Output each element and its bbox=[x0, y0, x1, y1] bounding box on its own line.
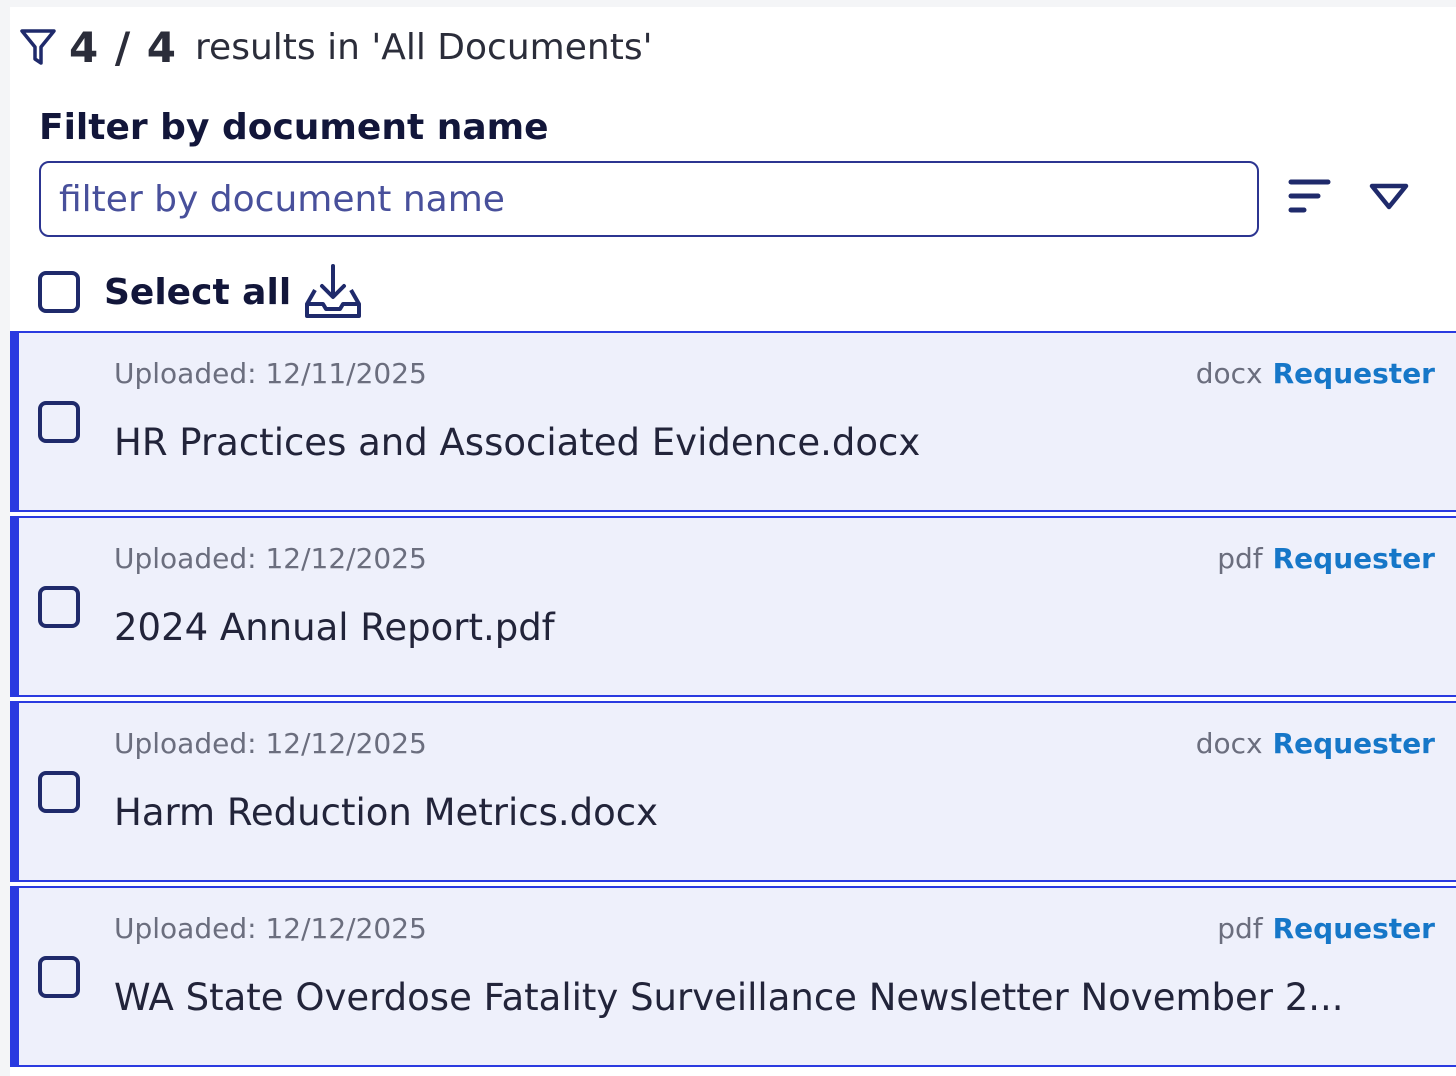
documents-panel: 4 / 4 results in 'All Documents' Filter … bbox=[10, 7, 1456, 1076]
document-list: Uploaded: 12/11/2025 docx Requester HR P… bbox=[10, 331, 1456, 1071]
role-link[interactable]: Requester bbox=[1273, 357, 1435, 390]
filter-icon[interactable] bbox=[19, 27, 57, 67]
triangle-down-icon bbox=[1369, 183, 1409, 210]
document-row[interactable]: Uploaded: 12/12/2025 pdf Requester 2024 … bbox=[10, 516, 1456, 697]
document-meta: pdf Requester bbox=[1217, 912, 1435, 945]
results-label: results in 'All Documents' bbox=[195, 26, 653, 68]
document-meta: docx Requester bbox=[1196, 727, 1435, 760]
filter-label: Filter by document name bbox=[39, 107, 549, 148]
document-row[interactable]: Uploaded: 12/12/2025 pdf Requester WA St… bbox=[10, 886, 1456, 1067]
results-summary: 4 / 4 results in 'All Documents' bbox=[19, 21, 652, 73]
document-name[interactable]: WA State Overdose Fatality Surveillance … bbox=[114, 976, 1354, 1019]
document-row[interactable]: Uploaded: 12/12/2025 docx Requester Harm… bbox=[10, 701, 1456, 882]
file-type: pdf bbox=[1217, 912, 1263, 945]
upload-date: Uploaded: 12/11/2025 bbox=[114, 357, 427, 390]
download-icon[interactable] bbox=[303, 262, 363, 322]
document-name[interactable]: 2024 Annual Report.pdf bbox=[114, 606, 1354, 649]
select-all-label[interactable]: Select all bbox=[104, 272, 291, 313]
document-checkbox[interactable] bbox=[38, 586, 80, 628]
select-all-row: Select all bbox=[38, 259, 363, 325]
document-checkbox[interactable] bbox=[38, 956, 80, 998]
upload-date: Uploaded: 12/12/2025 bbox=[114, 727, 427, 760]
file-type: docx bbox=[1195, 357, 1263, 390]
document-name-filter-input[interactable] bbox=[39, 161, 1259, 237]
select-all-checkbox[interactable] bbox=[38, 271, 80, 313]
file-type: pdf bbox=[1217, 542, 1263, 575]
role-link[interactable]: Requester bbox=[1273, 542, 1435, 575]
results-count: 4 / 4 bbox=[69, 22, 178, 72]
document-row[interactable]: Uploaded: 12/11/2025 docx Requester HR P… bbox=[10, 331, 1456, 512]
document-name[interactable]: HR Practices and Associated Evidence.doc… bbox=[114, 421, 1354, 464]
sort-lines-icon bbox=[1288, 179, 1331, 213]
document-name[interactable]: Harm Reduction Metrics.docx bbox=[114, 791, 1354, 834]
file-type: docx bbox=[1195, 727, 1263, 760]
document-meta: docx Requester bbox=[1196, 357, 1435, 390]
document-checkbox[interactable] bbox=[38, 401, 80, 443]
role-link[interactable]: Requester bbox=[1273, 727, 1435, 760]
role-link[interactable]: Requester bbox=[1273, 912, 1435, 945]
sort-button[interactable] bbox=[1288, 177, 1332, 217]
document-meta: pdf Requester bbox=[1217, 542, 1435, 575]
upload-date: Uploaded: 12/12/2025 bbox=[114, 542, 427, 575]
sort-direction-dropdown[interactable] bbox=[1368, 181, 1410, 213]
upload-date: Uploaded: 12/12/2025 bbox=[114, 912, 427, 945]
document-checkbox[interactable] bbox=[38, 771, 80, 813]
